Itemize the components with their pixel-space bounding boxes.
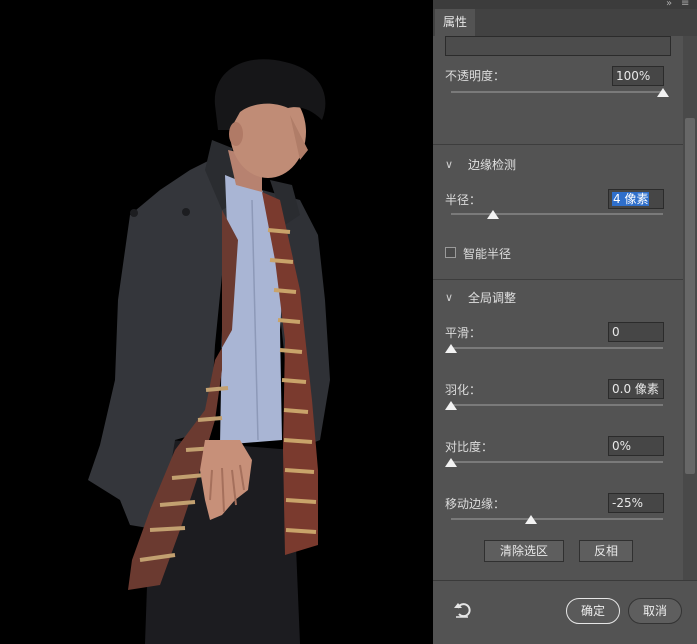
- smooth-slider-thumb[interactable]: [445, 344, 457, 353]
- radius-slider-track[interactable]: [451, 213, 663, 215]
- opacity-slider-track[interactable]: [451, 91, 663, 93]
- document-canvas[interactable]: [0, 0, 433, 644]
- smooth-label: 平滑：: [445, 326, 482, 340]
- shift-edge-slider-track[interactable]: [451, 518, 663, 520]
- feather-label: 羽化：: [445, 383, 482, 397]
- reset-icon[interactable]: [453, 600, 473, 620]
- shift-edge-input[interactable]: -25%: [608, 493, 664, 513]
- chevron-down-icon[interactable]: ∨: [445, 290, 453, 306]
- opacity-label: 不透明度：: [445, 69, 506, 83]
- clear-selection-button[interactable]: 清除选区: [484, 540, 564, 562]
- contrast-label: 对比度：: [445, 440, 494, 454]
- invert-button[interactable]: 反相: [579, 540, 633, 562]
- divider: [433, 580, 697, 581]
- feather-slider-track[interactable]: [451, 404, 663, 406]
- opacity-input[interactable]: 100%: [612, 66, 664, 86]
- view-mode-strip[interactable]: [445, 36, 671, 56]
- panel-title-bar: » ≡: [433, 0, 697, 9]
- radius-label: 半径：: [445, 193, 482, 207]
- smooth-input[interactable]: 0: [608, 322, 664, 342]
- properties-panel: » ≡ 属性 不透明度： 100% ∨ 边缘检测 半径： 4 像素 智能半径 ∨…: [433, 0, 697, 644]
- tab-properties[interactable]: 属性: [435, 9, 475, 36]
- contrast-input[interactable]: 0%: [608, 436, 664, 456]
- shift-edge-label: 移动边缘：: [445, 497, 506, 511]
- opacity-slider-thumb[interactable]: [657, 88, 669, 97]
- shift-edge-slider-thumb[interactable]: [524, 515, 537, 524]
- divider: [433, 144, 683, 145]
- radius-slider-thumb[interactable]: [487, 210, 500, 219]
- feather-input[interactable]: 0.0 像素: [608, 379, 664, 399]
- cancel-button[interactable]: 取消: [628, 598, 682, 624]
- ok-button[interactable]: 确定: [566, 598, 620, 624]
- smooth-slider-track[interactable]: [451, 347, 663, 349]
- panel-scrollbar-thumb[interactable]: [685, 118, 695, 474]
- contrast-slider-thumb[interactable]: [445, 458, 457, 467]
- contrast-slider-track[interactable]: [451, 461, 663, 463]
- global-adjust-title[interactable]: 全局调整: [468, 290, 516, 306]
- feather-slider-thumb[interactable]: [445, 401, 457, 410]
- radius-input[interactable]: 4 像素: [608, 189, 664, 209]
- edge-detection-title[interactable]: 边缘检测: [468, 157, 516, 173]
- panel-tab-row: 属性: [433, 9, 697, 36]
- smart-radius-label[interactable]: 智能半径: [463, 246, 511, 262]
- chevron-down-icon[interactable]: ∨: [445, 157, 453, 173]
- smart-radius-checkbox[interactable]: [445, 247, 456, 258]
- radius-value: 4 像素: [612, 192, 650, 206]
- divider: [433, 279, 683, 280]
- subject-image: [88, 59, 330, 644]
